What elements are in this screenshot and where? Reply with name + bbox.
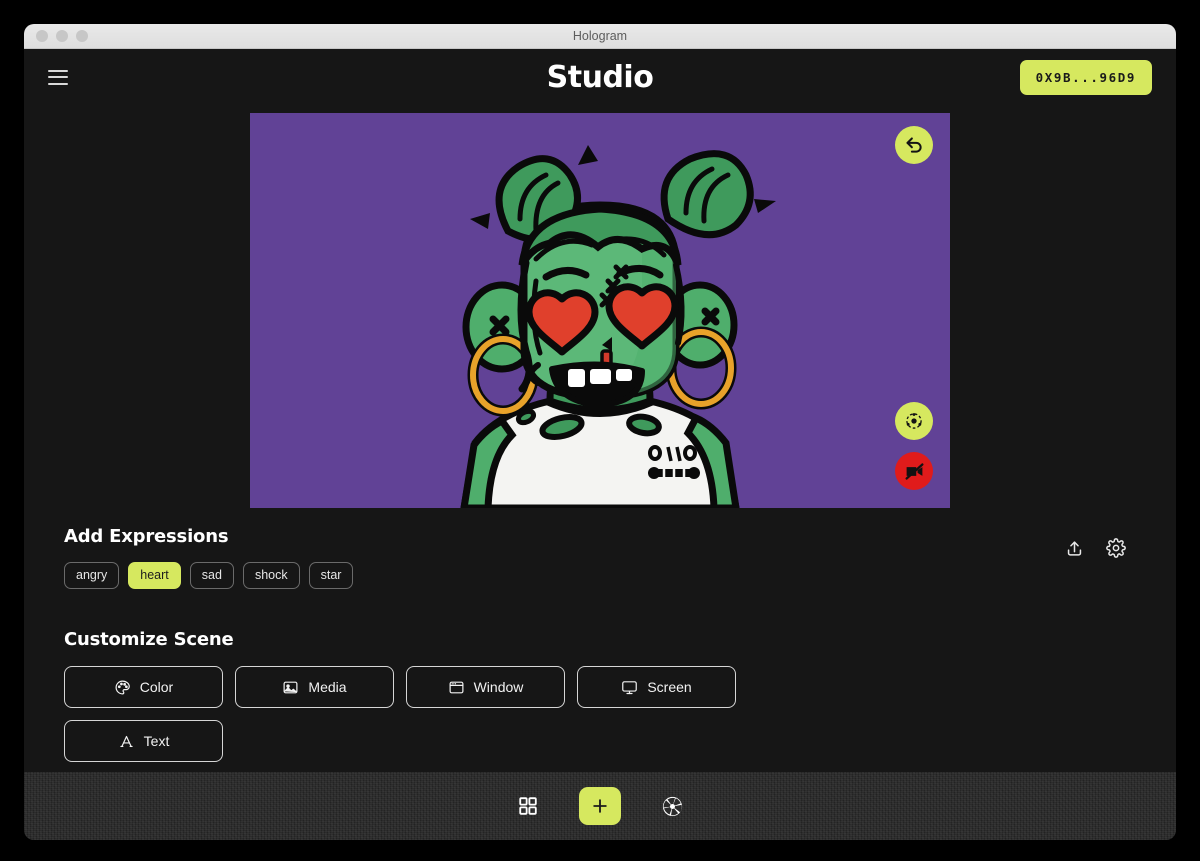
expression-chip-star[interactable]: star (308, 562, 354, 589)
avatar-canvas[interactable] (250, 113, 950, 508)
wallet-address-button[interactable]: 0X9B...96D9 (1019, 59, 1152, 95)
scene-button-label: Text (143, 733, 170, 749)
expression-chip-shock[interactable]: shock (242, 562, 300, 589)
window-title: Hologram (572, 29, 628, 43)
scene-button-grid: Color Media Window Screen Text (64, 666, 739, 762)
hamburger-menu-icon[interactable] (48, 69, 68, 85)
plus-icon (592, 799, 607, 813)
gear-icon (1106, 538, 1126, 558)
tool-icon-group (1065, 526, 1126, 558)
scene-button-label: Media (308, 679, 347, 695)
expressions-section: Add Expressions angry heart sad shock st… (64, 526, 1045, 589)
scene-button-label: Screen (647, 679, 692, 695)
add-button[interactable] (578, 787, 621, 825)
scene-button-label: Window (473, 679, 524, 695)
window-titlebar: Hologram (24, 24, 1176, 49)
bottom-toolbar (24, 772, 1176, 840)
expression-chip-sad[interactable]: sad (189, 562, 234, 589)
stage-container (24, 105, 1176, 508)
expressions-row: Add Expressions angry heart sad shock st… (64, 526, 1126, 589)
share-button[interactable] (1065, 539, 1084, 558)
scene-button-text[interactable]: Text (64, 720, 223, 762)
close-button[interactable] (36, 30, 48, 42)
browser-window-icon (449, 681, 464, 693)
undo-arrow-icon (905, 136, 922, 153)
effects-button[interactable] (895, 402, 933, 440)
scene-button-window[interactable]: Window (406, 666, 565, 708)
shutter-icon (662, 796, 682, 816)
camera-off-button[interactable] (895, 452, 933, 490)
expression-chip-list: angry heart sad shock star (64, 562, 1045, 589)
grid-view-button[interactable] (513, 791, 543, 821)
scene-button-media[interactable]: Media (235, 666, 394, 708)
scene-button-screen[interactable]: Screen (577, 666, 736, 708)
app-root: Studio 0X9B...96D9 Add Expressions angry… (24, 49, 1176, 840)
scene-button-label: Color (139, 679, 174, 695)
traffic-lights (24, 30, 88, 42)
undo-button[interactable] (895, 126, 933, 164)
minimize-button[interactable] (56, 30, 68, 42)
video-off-icon (904, 462, 924, 480)
text-a-icon (120, 735, 133, 747)
aperture-dots-icon (906, 413, 922, 429)
scene-title: Customize Scene (64, 629, 234, 650)
expression-chip-angry[interactable]: angry (64, 562, 120, 589)
expression-chip-heart[interactable]: heart (128, 562, 181, 589)
grid-icon (518, 797, 537, 815)
app-window: Hologram Studio 0X9B...96D9 Add Expressi… (24, 24, 1176, 840)
capture-button[interactable] (657, 791, 688, 822)
settings-button[interactable] (1106, 538, 1126, 558)
monitor-icon (622, 680, 638, 694)
upload-icon (1067, 540, 1082, 556)
desktop-backdrop: Hologram Studio 0X9B...96D9 Add Expressi… (0, 0, 1200, 861)
page-title: Studio (546, 59, 654, 95)
maximize-button[interactable] (76, 30, 88, 42)
palette-icon (115, 680, 130, 694)
scene-button-color[interactable]: Color (64, 666, 223, 708)
expressions-title: Add Expressions (64, 526, 229, 547)
app-header: Studio 0X9B...96D9 (24, 49, 1176, 105)
image-icon (283, 681, 298, 693)
controls-panel: Add Expressions angry heart sad shock st… (24, 508, 1176, 772)
avatar-illustration (250, 113, 950, 508)
